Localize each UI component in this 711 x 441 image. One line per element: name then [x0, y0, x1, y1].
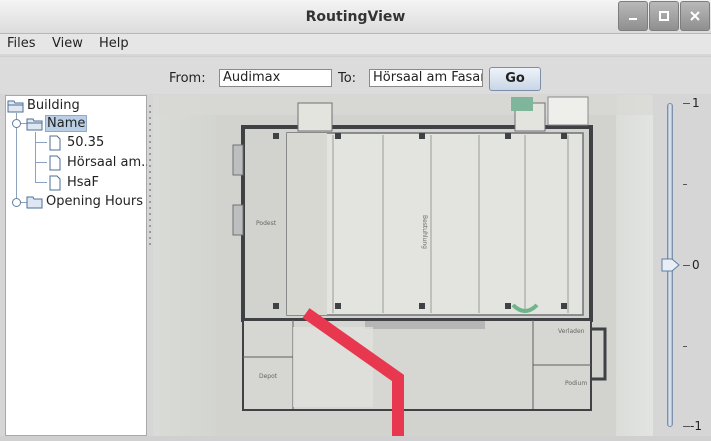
svg-text:Podest: Podest	[256, 220, 277, 227]
go-button[interactable]: Go	[489, 67, 541, 91]
tree-label-name: Name	[45, 115, 88, 132]
folder-open-icon	[26, 118, 43, 131]
document-icon	[49, 175, 61, 191]
tree-leaf-label: 50.35	[67, 135, 105, 150]
svg-text:Podium: Podium	[565, 380, 587, 387]
slider-min-label: -1	[690, 419, 702, 433]
slider-max-label: 1	[692, 96, 700, 110]
slider-mid-label: 0	[692, 258, 700, 272]
tree-leaf-label: Hörsaal am...	[67, 155, 154, 170]
window-controls	[617, 1, 710, 31]
opening-hours-expand-toggle[interactable]	[12, 198, 21, 207]
document-icon	[49, 155, 61, 171]
tree-leaf-label: HsaF	[67, 175, 99, 190]
name-collapse-toggle[interactable]	[12, 119, 21, 128]
folder-open-icon	[7, 100, 24, 113]
maximize-button[interactable]	[649, 1, 679, 31]
menu-view[interactable]: View	[52, 36, 83, 51]
close-button[interactable]	[680, 1, 710, 31]
tree-label-opening-hours: Opening Hours	[46, 194, 144, 209]
bottom-edge	[0, 436, 711, 441]
from-input[interactable]: Audimax	[219, 69, 332, 87]
building-tree: Building Name 50.35 Hörsaal am... HsaF O…	[5, 95, 154, 436]
menu-bar: Files View Help	[0, 34, 711, 54]
zoom-slider-panel: 1 0 -1	[653, 95, 711, 436]
floor-plan-image: Podest Bestuhlung Depot Verladen Podium	[153, 95, 653, 436]
menu-help[interactable]: Help	[99, 36, 129, 51]
to-label: To:	[338, 71, 357, 86]
route-toolbar: From: Audimax To: Hörsaal am Fasan Go	[0, 56, 711, 94]
maximize-icon	[659, 11, 669, 21]
to-input[interactable]: Hörsaal am Fasan	[369, 69, 483, 87]
close-icon	[690, 11, 700, 21]
title-bar: RoutingView	[0, 0, 711, 34]
svg-text:Bestuhlung: Bestuhlung	[421, 215, 428, 249]
document-icon	[49, 135, 61, 151]
minimize-button[interactable]	[618, 1, 648, 31]
svg-text:Depot: Depot	[259, 373, 278, 380]
tree-label-building: Building	[27, 98, 80, 113]
svg-text:Verladen: Verladen	[558, 328, 585, 335]
window-title: RoutingView	[305, 9, 406, 25]
floor-plan-map[interactable]: Podest Bestuhlung Depot Verladen Podium	[153, 95, 653, 436]
menu-files[interactable]: Files	[7, 36, 36, 51]
zoom-slider-thumb[interactable]	[661, 258, 681, 272]
from-label: From:	[169, 71, 206, 86]
minimize-icon	[629, 18, 637, 20]
folder-closed-icon	[26, 196, 43, 209]
